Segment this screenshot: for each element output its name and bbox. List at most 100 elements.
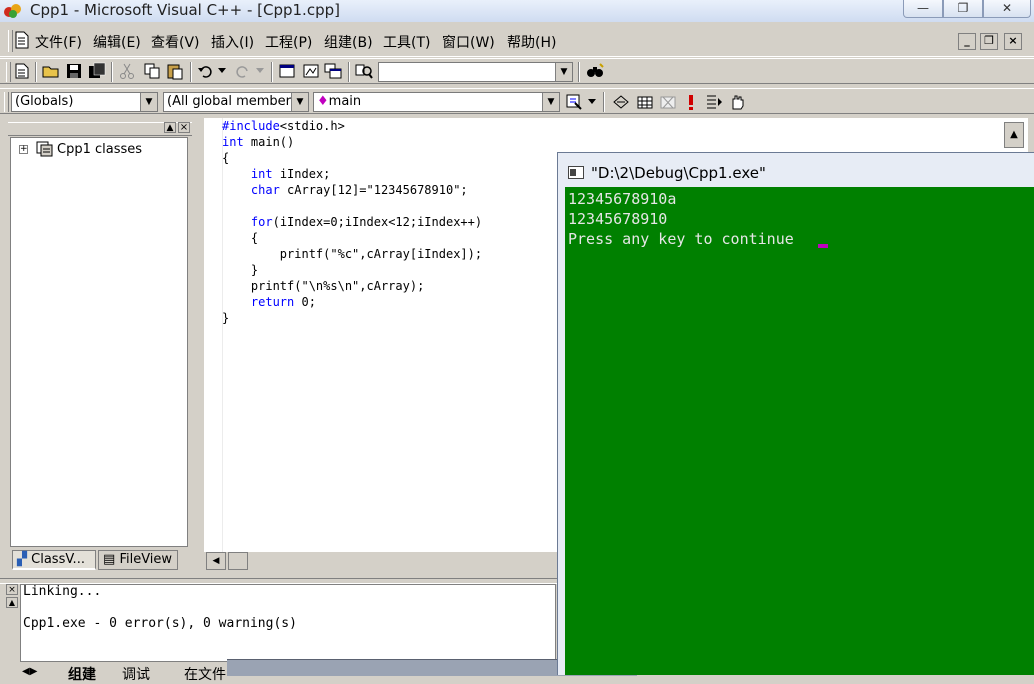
code-line-5[interactable]: char cArray[12]="12345678910";	[222, 182, 468, 198]
workspace-close-icon[interactable]: ×	[178, 122, 190, 133]
code-text: main()	[243, 135, 295, 149]
window-maximize-button[interactable]: ❐	[943, 0, 983, 18]
window-close-button[interactable]: ✕	[983, 0, 1031, 18]
editor-scroll-up-icon[interactable]: ▲	[1004, 122, 1024, 148]
menu-project[interactable]: 工程(P)	[265, 32, 312, 52]
tree-root-label[interactable]: Cpp1 classes	[57, 142, 142, 157]
tab-debug[interactable]: 调试	[122, 664, 150, 684]
menubar-grip[interactable]	[8, 30, 13, 52]
chevron-down-icon[interactable]: ▼	[555, 63, 572, 81]
tab-find-in-files[interactable]: 在文件	[184, 664, 226, 684]
workspace-maximize-icon[interactable]: ▲	[164, 122, 176, 133]
workspace-window-icon[interactable]	[278, 62, 296, 80]
chevron-down-icon[interactable]: ▼	[140, 93, 157, 111]
filter-combo[interactable]: (All global member ▼	[163, 92, 309, 112]
save-icon[interactable]	[65, 62, 83, 80]
keyword-token: int	[222, 135, 244, 149]
editor-horizontal-scrollbar[interactable]	[204, 552, 556, 570]
menu-tools[interactable]: 工具(T)	[383, 32, 430, 52]
document-icon	[15, 31, 29, 49]
output-close-icon[interactable]: ×	[6, 584, 18, 595]
tab-fileview-label: FileView	[119, 552, 173, 567]
menu-build[interactable]: 组建(B)	[324, 32, 373, 52]
undo-dropdown-icon[interactable]	[218, 68, 226, 74]
tab-classview[interactable]: ▞ ClassV...	[12, 550, 96, 570]
code-line-8[interactable]: {	[222, 230, 258, 246]
wizard-action-dropdown-icon[interactable]	[588, 99, 596, 105]
paste-icon[interactable]	[166, 62, 184, 80]
window-list-icon[interactable]	[324, 62, 342, 80]
mdi-close-button[interactable]: ×	[1004, 33, 1022, 50]
code-line-4[interactable]: int iIndex;	[222, 166, 330, 182]
output-maximize-icon[interactable]: ▲	[6, 597, 18, 608]
code-line-7[interactable]: for(iIndex=0;iIndex<12;iIndex++)	[222, 214, 482, 230]
copy-icon[interactable]	[143, 62, 161, 80]
expand-icon[interactable]: +	[19, 145, 28, 154]
code-line-11[interactable]: printf("\n%s\n",cArray);	[222, 278, 424, 294]
mdi-restore-button[interactable]: ❐	[980, 33, 998, 50]
new-text-file-icon[interactable]	[13, 62, 31, 80]
code-line-1[interactable]: #include<stdio.h>	[222, 118, 345, 134]
tab-classview-label: ClassV...	[31, 552, 85, 567]
code-line-13[interactable]: }	[222, 310, 229, 326]
redo-dropdown-icon[interactable]	[256, 68, 264, 74]
member-combo[interactable]: ♦main ▼	[313, 92, 560, 112]
menu-help[interactable]: 帮助(H)	[507, 32, 556, 52]
wizard-action-icon[interactable]	[565, 93, 583, 111]
find-combo[interactable]: ▼	[378, 62, 573, 82]
visual-cpp-app-icon	[4, 4, 21, 18]
tab-build[interactable]: 组建	[68, 664, 96, 684]
chevron-down-icon[interactable]: ▼	[291, 93, 308, 111]
binoculars-icon[interactable]	[586, 62, 604, 80]
compile-icon[interactable]	[612, 93, 630, 111]
code-line-9[interactable]: printf("%c",cArray[iIndex]);	[222, 246, 482, 262]
console-cursor	[818, 244, 828, 248]
undo-icon[interactable]	[197, 62, 215, 80]
scope-combo[interactable]: (Globals) ▼	[11, 92, 158, 112]
chevron-down-icon[interactable]: ▼	[542, 93, 559, 111]
build-icon[interactable]	[636, 93, 654, 111]
scrollbar-thumb[interactable]	[228, 552, 248, 570]
output-window-icon[interactable]	[302, 62, 320, 80]
toolbar-grip[interactable]	[6, 62, 11, 82]
code-text: <stdio.h>	[279, 119, 345, 133]
code-text: cArray[12]="12345678910";	[279, 183, 468, 197]
cut-icon[interactable]	[118, 62, 136, 80]
class-tree[interactable]	[10, 137, 188, 547]
toolbar-separator	[35, 62, 37, 82]
code-line-2[interactable]: int main()	[222, 134, 294, 150]
code-text: (iIndex=0;iIndex<12;iIndex++)	[272, 215, 483, 229]
tab-fileview[interactable]: ▤ FileView	[98, 550, 178, 570]
keyword-token: int	[250, 167, 273, 181]
breakpoint-hand-icon[interactable]	[728, 93, 746, 111]
stop-build-icon[interactable]	[659, 93, 677, 111]
find-in-files-icon[interactable]	[355, 62, 373, 80]
output-tab-nav-icon[interactable]: ◀▶	[22, 666, 37, 677]
go-debug-icon[interactable]	[705, 93, 723, 111]
code-line-10[interactable]: }	[222, 262, 258, 278]
redo-icon[interactable]	[233, 62, 251, 80]
code-line-3[interactable]: {	[222, 150, 229, 166]
code-text: 0;	[294, 295, 316, 309]
open-folder-icon[interactable]	[42, 62, 60, 80]
menu-file[interactable]: 文件(F)	[35, 32, 82, 52]
menu-insert[interactable]: 插入(I)	[211, 32, 254, 52]
filter-value: (All global member	[167, 94, 292, 109]
save-all-icon[interactable]	[88, 62, 106, 80]
keyword-token: char	[250, 183, 280, 197]
mdi-minimize-button[interactable]: _	[958, 33, 976, 50]
menu-edit[interactable]: 编辑(E)	[93, 32, 141, 52]
member-value: main	[328, 94, 362, 109]
editor-margin[interactable]	[204, 118, 223, 552]
wizardbar-grip[interactable]	[4, 92, 9, 112]
execute-icon[interactable]	[682, 93, 700, 111]
code-line-12[interactable]: return 0;	[222, 294, 316, 310]
menu-view[interactable]: 查看(V)	[151, 32, 200, 52]
console-output[interactable]	[565, 187, 1034, 675]
window-minimize-button[interactable]: —	[903, 0, 943, 18]
scroll-left-icon[interactable]: ◀	[206, 552, 226, 570]
menu-window[interactable]: 窗口(W)	[442, 32, 495, 52]
toolbar-separator	[603, 92, 605, 112]
